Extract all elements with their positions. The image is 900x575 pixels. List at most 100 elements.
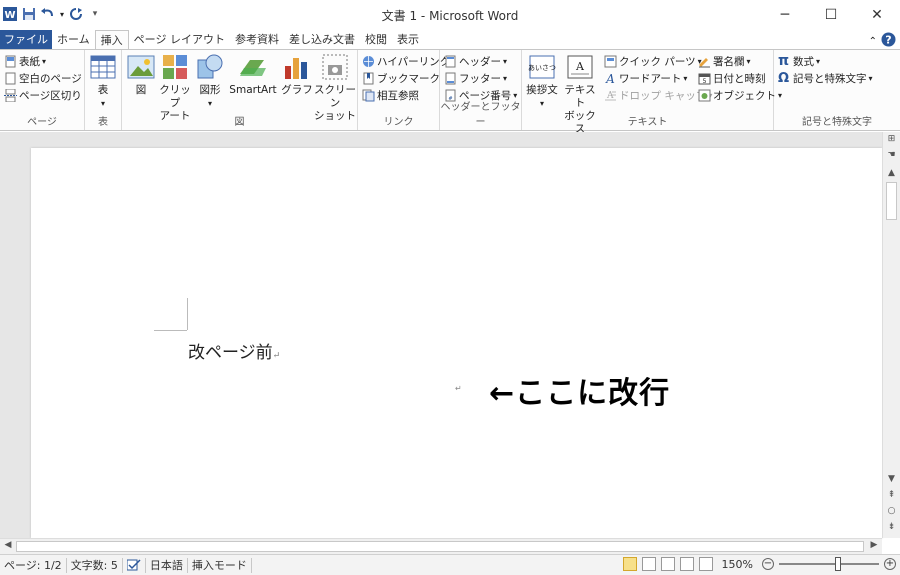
document-area: 改ページ前↵ ↵ ←ここに改行 xyxy=(0,132,882,538)
table-label: 表 xyxy=(97,84,109,96)
full-screen-reading-view-icon[interactable] xyxy=(641,557,656,571)
footer-button[interactable]: フッター ▾ xyxy=(444,71,507,86)
tab-references[interactable]: 参考資料 xyxy=(230,30,284,50)
signature-button[interactable]: 署名欄 ▾ xyxy=(698,54,751,69)
cover-page-button[interactable]: 表紙 ▾ xyxy=(4,54,46,69)
datetime-button[interactable]: 5 日付と時刻 xyxy=(698,71,766,86)
maximize-button[interactable]: ☐ xyxy=(808,0,854,30)
zoom-slider[interactable] xyxy=(779,557,879,571)
svg-text:あいさつ: あいさつ xyxy=(528,64,556,72)
tab-view[interactable]: 表示 xyxy=(392,30,424,50)
tab-insert[interactable]: 挿入 xyxy=(94,30,129,50)
browse-object-icon[interactable]: ○ xyxy=(883,506,900,520)
tab-review[interactable]: 校閲 xyxy=(360,30,392,50)
table-icon xyxy=(90,55,116,79)
vertical-scrollbar[interactable]: ⊞ ☚ ▲ ▼ ⇞ ○ ⇟ xyxy=(882,132,900,538)
bookmark-button[interactable]: ブックマーク xyxy=(362,71,440,86)
language-indicator[interactable]: 日本語 xyxy=(146,557,188,573)
minimize-ribbon-icon[interactable]: ⌃ xyxy=(869,36,877,47)
ribbon-tabs: ファイル ホーム 挿入 ページ レイアウト 参考資料 差し込み文書 校閲 表示 … xyxy=(0,30,900,50)
print-layout-view-icon[interactable] xyxy=(622,557,637,571)
proofing-status[interactable] xyxy=(123,557,146,573)
proofing-check-icon xyxy=(126,559,141,571)
ruler-toggle-icon[interactable]: ⊞ xyxy=(883,134,900,148)
hyperlink-icon xyxy=(363,56,374,67)
signature-icon xyxy=(699,58,710,68)
previous-page-icon[interactable]: ⇞ xyxy=(883,490,900,504)
vertical-scroll-thumb[interactable] xyxy=(886,182,897,220)
tab-page-layout[interactable]: ページ レイアウト xyxy=(129,30,230,50)
object-button[interactable]: オブジェクト ▾ xyxy=(698,88,782,103)
blank-page-button[interactable]: 空白のページ xyxy=(4,71,82,86)
picture-label: 図 xyxy=(135,84,147,96)
zoom-out-button[interactable]: − xyxy=(762,558,774,570)
zoom-slider-knob[interactable] xyxy=(835,557,842,571)
wordart-button[interactable]: A ワードアート ▾ xyxy=(604,71,687,86)
cover-page-icon xyxy=(5,55,16,68)
zoom-track xyxy=(779,563,879,565)
document-page[interactable]: 改ページ前↵ ↵ ←ここに改行 xyxy=(31,148,882,538)
textbox-icon: A xyxy=(567,55,593,79)
crossref-label: 相互参照 xyxy=(377,90,419,102)
page-break-button[interactable]: ページ区切り xyxy=(4,88,82,103)
smartart-button[interactable]: SmartArt xyxy=(227,52,279,97)
greeting-button[interactable]: あいさつ 挨拶文 ▾ xyxy=(525,52,559,110)
chart-button[interactable]: グラフ xyxy=(281,52,313,97)
wordart-icon: A xyxy=(605,72,615,85)
help-icon[interactable]: ? xyxy=(881,32,896,50)
word-count[interactable]: 文字数: 5 xyxy=(67,557,123,573)
crossref-icon xyxy=(362,89,375,102)
group-header-footer: ヘッダー ▾ フッター ▾ # ページ番号 ▾ ヘッダーとフッター xyxy=(440,50,522,130)
picture-icon xyxy=(127,55,155,79)
shapes-button[interactable]: 図形 ▾ xyxy=(194,52,226,110)
status-bar: ページ: 1/2 文字数: 5 日本語 挿入モード 150% − + xyxy=(0,554,900,575)
shapes-label: 図形 xyxy=(199,84,221,96)
blank-page-label: 空白のページ xyxy=(19,73,82,85)
group-illustrations: 図 クリップ アート 図形 ▾ SmartArt グラフ スクリーン ショット … xyxy=(122,50,358,130)
scroll-down-arrow[interactable]: ▼ xyxy=(883,474,900,488)
pan-hand-icon[interactable]: ☚ xyxy=(883,150,900,164)
close-button[interactable]: ✕ xyxy=(854,0,900,30)
outline-view-icon[interactable] xyxy=(679,557,694,571)
picture-button[interactable]: 図 xyxy=(126,52,156,97)
group-text: あいさつ 挨拶文 ▾ A テキスト ボックス クイック パーツ ▾ A ワードアー… xyxy=(522,50,782,135)
horizontal-scroll-thumb[interactable] xyxy=(16,541,864,552)
page-indicator[interactable]: ページ: 1/2 xyxy=(0,557,67,573)
margin-corner-mark xyxy=(187,298,188,330)
shapes-icon xyxy=(197,54,223,79)
svg-text:5: 5 xyxy=(703,78,707,85)
next-page-icon[interactable]: ⇟ xyxy=(883,522,900,536)
zoom-in-button[interactable]: + xyxy=(884,558,896,570)
insert-mode-indicator[interactable]: 挿入モード xyxy=(188,557,252,573)
header-button[interactable]: ヘッダー ▾ xyxy=(444,54,507,69)
clipart-icon xyxy=(163,55,187,79)
empty-paragraph-mark: ↵ xyxy=(455,384,462,393)
drop-cap-button[interactable]: A ドロップ キャップ▾ xyxy=(604,88,712,103)
header-icon xyxy=(445,55,456,68)
scroll-left-arrow[interactable]: ◀ xyxy=(1,540,15,554)
symbol-button[interactable]: Ω 記号と特殊文字 ▾ xyxy=(778,71,873,86)
tab-mailings[interactable]: 差し込み文書 xyxy=(284,30,360,50)
hyperlink-button[interactable]: ハイパーリンク xyxy=(362,54,450,69)
svg-text:A: A xyxy=(575,60,585,73)
scroll-right-arrow[interactable]: ▶ xyxy=(867,540,881,554)
smartart-label: SmartArt xyxy=(229,84,277,96)
bookmark-icon xyxy=(363,72,374,85)
wordart-label: ワードアート xyxy=(619,73,682,85)
tab-home[interactable]: ホーム xyxy=(52,30,95,50)
draft-view-icon[interactable] xyxy=(698,557,713,571)
table-button[interactable]: 表 ▾ xyxy=(88,52,118,110)
quick-parts-button[interactable]: クイック パーツ ▾ xyxy=(604,54,702,69)
document-text-line[interactable]: 改ページ前↵ xyxy=(188,338,280,363)
pi-icon: π xyxy=(778,53,790,69)
scroll-up-arrow[interactable]: ▲ xyxy=(883,168,900,182)
web-layout-view-icon[interactable] xyxy=(660,557,675,571)
bookmark-label: ブックマーク xyxy=(377,73,440,85)
tab-file[interactable]: ファイル xyxy=(0,30,52,50)
zoom-level[interactable]: 150% xyxy=(722,558,753,571)
minimize-button[interactable]: ─ xyxy=(762,0,808,30)
equation-button[interactable]: π 数式 ▾ xyxy=(778,54,820,69)
symbol-label: 記号と特殊文字 xyxy=(793,73,867,85)
horizontal-scrollbar[interactable]: ◀ ▶ xyxy=(0,538,882,554)
crossref-button[interactable]: 相互参照 xyxy=(362,88,419,103)
